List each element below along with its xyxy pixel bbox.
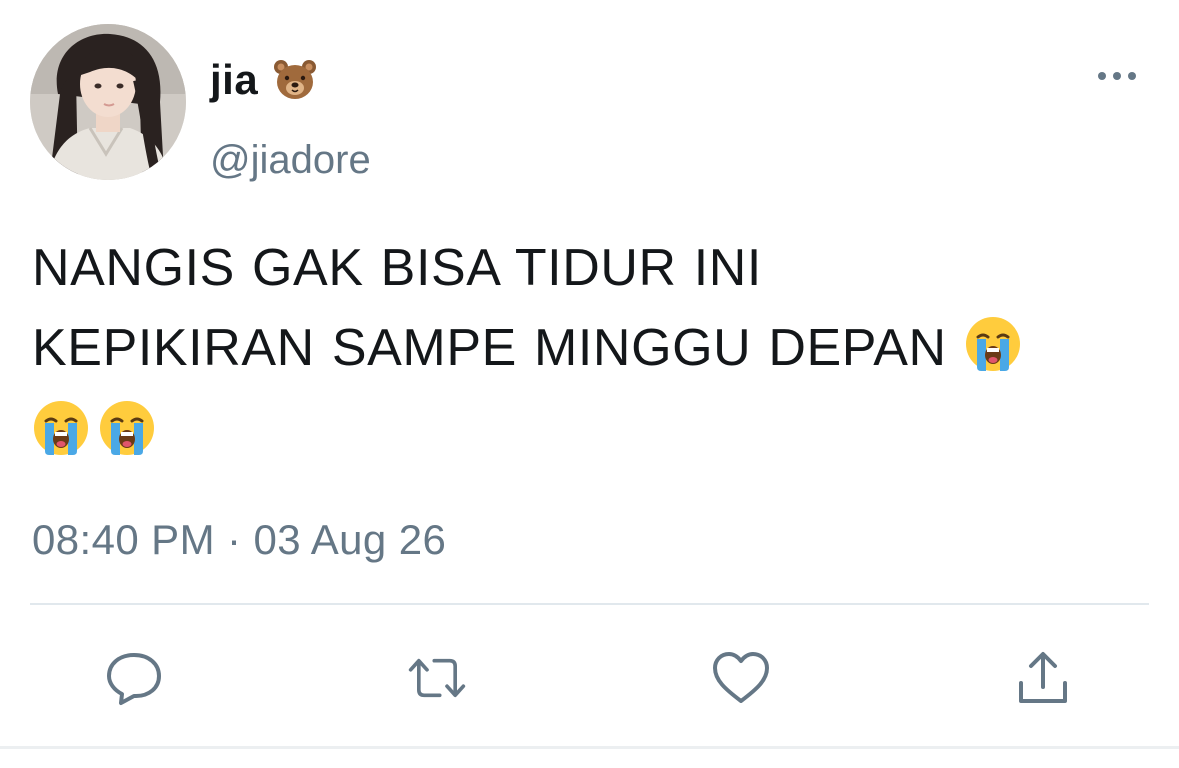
tweet-text-line-2-text: KEPIKIRAN SAMPE MINGGU DEPAN <box>32 319 947 377</box>
retweet-button[interactable] <box>407 648 467 708</box>
more-dots-icon <box>1098 72 1136 80</box>
loudly-crying-face-icon <box>964 315 1022 373</box>
tweet-text: NANGIS GAK BISA TIDUR INI KEPIKIRAN SAMP… <box>32 228 1152 468</box>
share-icon <box>1019 652 1067 703</box>
bottom-divider <box>0 746 1179 749</box>
avatar[interactable] <box>30 24 186 180</box>
more-options-button[interactable] <box>1092 58 1142 94</box>
reply-button[interactable] <box>104 648 164 708</box>
tweet-text-line-1: NANGIS GAK BISA TIDUR INI <box>32 239 762 297</box>
user-handle[interactable]: @jiadore <box>210 138 371 183</box>
divider <box>30 603 1149 605</box>
tweet-text-line-2: KEPIKIRAN SAMPE MINGGU DEPAN <box>32 308 1152 388</box>
retweet-icon <box>408 658 466 698</box>
share-button[interactable] <box>1013 648 1073 708</box>
tweet-timestamp[interactable]: 08:40 PM · 03 Aug 26 <box>32 516 446 564</box>
like-button[interactable] <box>711 648 771 708</box>
heart-icon <box>713 652 769 703</box>
reply-icon <box>107 653 161 705</box>
display-name[interactable]: jia <box>210 56 258 104</box>
loudly-crying-face-icon <box>32 399 90 457</box>
loudly-crying-face-icon <box>98 399 156 457</box>
emoji-line <box>32 388 1152 468</box>
bear-face-icon <box>272 57 318 103</box>
tweet-card: jia @jiadore NANGIS GAK BISA TIDUR INI K… <box>0 0 1179 768</box>
display-name-row[interactable]: jia <box>210 52 318 108</box>
